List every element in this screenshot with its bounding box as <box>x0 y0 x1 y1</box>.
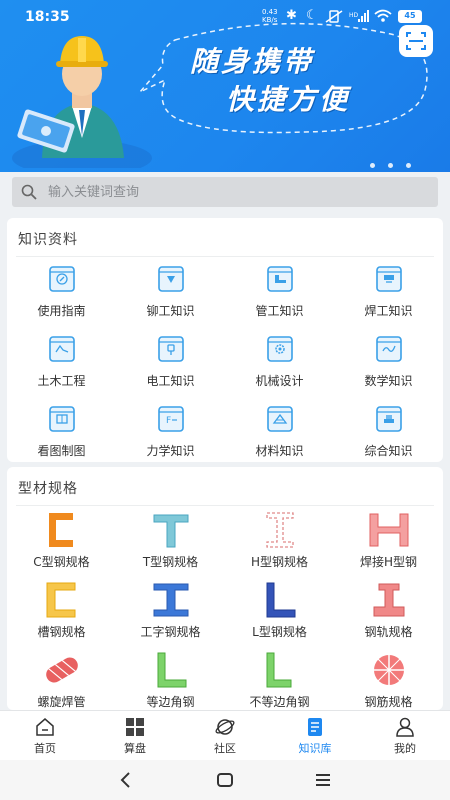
menu-icon[interactable] <box>311 768 335 792</box>
spiral-pipe-icon <box>39 649 85 691</box>
nav-calc[interactable]: 算盘 <box>90 711 180 761</box>
item-label: C型钢规格 <box>33 555 90 569</box>
material-book-icon <box>265 404 295 434</box>
search-input[interactable] <box>48 177 428 207</box>
nav-label: 社区 <box>214 742 236 755</box>
rail-icon <box>366 579 412 621</box>
bottom-nav: 首页 算盘 社区 知识库 我的 <box>0 710 450 760</box>
drawing-book-icon <box>47 404 77 434</box>
item-label: 铆工知识 <box>146 304 195 318</box>
h-steel-icon <box>257 509 303 551</box>
carousel-indicator <box>370 153 419 172</box>
item-label: H型钢规格 <box>250 555 309 569</box>
search-icon <box>21 184 37 200</box>
t-steel-icon <box>148 509 194 551</box>
home-icon <box>36 718 54 736</box>
gear-book-icon <box>265 334 295 364</box>
unequal-angle-icon <box>257 649 303 691</box>
knowledge-section: 知识资料 使用指南 铆工知识 管工知识 焊工知识土木工程 电工知识 机械设计 数学知识看图制… <box>7 218 443 462</box>
scan-icon <box>406 32 426 50</box>
book-icon <box>308 718 322 736</box>
formula-book-icon <box>374 334 404 364</box>
person-icon <box>396 717 414 737</box>
equal-angle-icon <box>148 649 194 691</box>
item-label: L型钢规格 <box>252 625 307 639</box>
section-title: 知识资料 <box>18 232 78 248</box>
nav-label: 首页 <box>34 742 56 755</box>
civil-book-icon <box>47 334 77 364</box>
divider <box>16 505 434 506</box>
carousel-dot <box>406 163 412 168</box>
i-beam-icon <box>148 579 194 621</box>
carousel-dot <box>370 163 375 168</box>
welded-h-steel-icon <box>366 509 412 551</box>
slogan-line-2: 快捷方便 <box>226 83 351 116</box>
l-steel-icon <box>257 579 303 621</box>
system-nav-bar <box>0 760 450 800</box>
item-label: 管工知识 <box>255 304 304 318</box>
item-label: 钢筋规格 <box>364 695 413 709</box>
nav-home[interactable]: 首页 <box>0 711 90 761</box>
c-steel-icon <box>39 509 85 551</box>
welding-book-icon <box>374 264 404 294</box>
grid-icon <box>126 718 144 736</box>
force-book-icon: F <box>156 404 186 434</box>
promo-banner[interactable]: 18:35 0.43 KB/s ✱ ☾ HD 45 随身携带 快捷方便 <box>0 0 450 172</box>
nav-mine[interactable]: 我的 <box>360 711 450 761</box>
rivet-book-icon <box>156 264 186 294</box>
slogan-line-1: 随身携带 <box>190 45 315 78</box>
nav-label: 算盘 <box>124 742 146 755</box>
item-label: 力学知识 <box>146 444 195 458</box>
item-label: 综合知识 <box>364 444 413 458</box>
item-label: 土木工程 <box>37 374 86 388</box>
item-label: 使用指南 <box>37 304 86 318</box>
section-title: 型材规格 <box>18 481 78 497</box>
item-label: 电工知识 <box>146 374 195 388</box>
rebar-icon <box>366 649 412 691</box>
item-label: 不等边角钢 <box>249 695 310 709</box>
home-square-icon[interactable] <box>213 768 237 792</box>
back-icon[interactable] <box>114 768 138 792</box>
pipe-book-icon <box>265 264 295 294</box>
item-label: 材料知识 <box>255 444 304 458</box>
nav-knowledge[interactable]: 知识库 <box>270 711 360 761</box>
plug-book-icon <box>156 334 186 364</box>
stack-book-icon <box>374 404 404 434</box>
nav-label: 知识库 <box>298 742 332 755</box>
nav-label: 我的 <box>394 742 416 755</box>
svg-text:HD: HD <box>349 12 359 19</box>
planet-icon <box>215 719 235 735</box>
carousel-dot <box>388 163 394 168</box>
channel-steel-icon <box>39 579 85 621</box>
status-time: 18:35 <box>25 9 70 25</box>
nav-community[interactable]: 社区 <box>180 711 270 761</box>
item-label: T型钢规格 <box>142 555 199 569</box>
item-label: 钢轨规格 <box>364 625 413 639</box>
search-bar[interactable] <box>12 177 438 207</box>
item-label: 螺旋焊管 <box>37 695 86 709</box>
item-label: 等边角钢 <box>146 695 195 709</box>
item-label: 槽钢规格 <box>37 625 86 639</box>
scan-button[interactable] <box>399 25 433 57</box>
item-label: 看图制图 <box>37 444 86 458</box>
item-label: 焊接H型钢 <box>359 555 418 569</box>
item-label: 工字钢规格 <box>140 625 201 639</box>
profile-section: 型材规格 C型钢规格 T型钢规格 H型钢规格 焊接H型钢 槽钢规格 工字钢规格 L型钢规格钢… <box>7 467 443 710</box>
worker-illustration <box>12 36 152 168</box>
divider <box>16 256 434 257</box>
item-label: 数学知识 <box>364 374 413 388</box>
item-label: 机械设计 <box>255 374 304 388</box>
item-label: 焊工知识 <box>364 304 413 318</box>
svg-text:F: F <box>166 416 171 426</box>
compass-book-icon <box>47 264 77 294</box>
